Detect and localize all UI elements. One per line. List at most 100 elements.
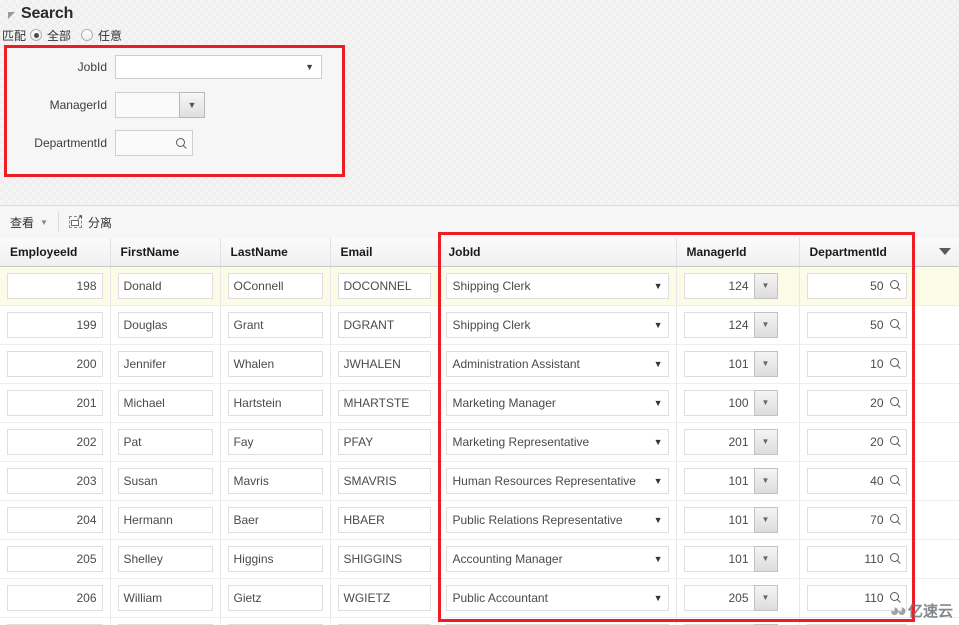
departmentid-search-field[interactable]: 70 [806,506,907,533]
managerid-input[interactable]: 101 [683,350,754,377]
jobid-select[interactable]: Public Accountant ▼ [445,584,669,611]
disclosure-triangle-icon[interactable] [8,11,15,19]
employees-table-container[interactable]: EmployeeId FirstName LastName Email JobI… [0,238,959,625]
chevron-down-icon[interactable]: ▼ [753,506,778,533]
search-icon[interactable] [889,514,901,525]
lastname-input[interactable]: Higgins [227,545,323,572]
managerid-lov[interactable]: 101 ▼ [683,545,778,572]
sort-descending-icon[interactable] [938,248,951,256]
firstname-input[interactable]: Donald [117,272,213,299]
chevron-down-icon[interactable]: ▼ [753,272,778,299]
detach-button[interactable]: ↗ 分离 [59,206,122,238]
firstname-input[interactable]: William [117,584,213,611]
lastname-input[interactable]: Gietz [227,584,323,611]
search-departmentid-input[interactable] [115,130,193,156]
departmentid-search-field[interactable]: 40 [806,467,907,494]
departmentid-search-field[interactable]: 50 [806,311,907,338]
lastname-input[interactable]: Grant [227,311,323,338]
table-row[interactable]: 204 Hermann Baer HBAER Public Relations Repr… [0,500,959,540]
managerid-lov[interactable]: 205 ▼ [683,584,778,611]
departmentid-search-field[interactable]: 20 [806,428,907,455]
managerid-input[interactable]: 205 [683,584,754,611]
managerid-lov[interactable]: 101 ▼ [683,467,778,494]
employeeid-input[interactable]: 200 [7,350,103,377]
jobid-select[interactable]: Human Resources Representative ▼ [445,467,669,494]
employeeid-input[interactable]: 205 [7,545,103,572]
employeeid-input[interactable]: 204 [7,506,103,533]
radio-any-indicator[interactable] [81,29,94,41]
firstname-input[interactable]: Michael [117,389,213,416]
search-managerid-input[interactable] [115,92,179,118]
jobid-select[interactable]: Shipping Clerk ▼ [445,311,669,338]
search-icon[interactable] [889,475,901,486]
departmentid-search-field[interactable]: 10 [806,350,907,377]
search-icon[interactable] [889,436,901,447]
chevron-down-icon[interactable]: ▼ [753,545,778,572]
table-row[interactable]: 201 Michael Hartstein MHARTSTE Marketing Man… [0,383,959,423]
chevron-down-icon[interactable]: ▼ [753,584,778,611]
search-icon[interactable] [889,397,901,408]
lastname-input[interactable]: Baer [227,506,323,533]
search-icon[interactable] [176,137,187,149]
table-row[interactable]: 203 Susan Mavris SMAVRIS Human Resources Rep… [0,461,959,501]
table-row[interactable]: 198 Donald OConnell DOCONNEL Shipping Clerk ▼… [0,266,959,306]
search-jobid-select[interactable]: ▼ [115,55,322,79]
firstname-input[interactable]: Shelley [117,545,213,572]
firstname-input[interactable]: Douglas [117,311,213,338]
lastname-input[interactable]: Whalen [227,350,323,377]
employeeid-input[interactable]: 199 [7,311,103,338]
lastname-input[interactable]: Hartstein [227,389,323,416]
radio-match-any[interactable]: 任意 [81,27,122,44]
departmentid-search-field[interactable]: 20 [806,389,907,416]
email-input[interactable]: MHARTSTE [337,389,431,416]
managerid-input[interactable]: 124 [683,272,754,299]
firstname-input[interactable]: Pat [117,428,213,455]
jobid-select[interactable]: Accounting Manager ▼ [445,545,669,572]
search-icon[interactable] [889,553,901,564]
firstname-input[interactable]: Hermann [117,506,213,533]
chevron-down-icon[interactable]: ▼ [753,428,778,455]
email-input[interactable]: DGRANT [337,311,431,338]
jobid-select[interactable]: Administration Assistant ▼ [445,350,669,377]
lastname-input[interactable]: OConnell [227,272,323,299]
column-header-lastname[interactable]: LastName [220,238,331,267]
search-managerid-lov[interactable]: ▼ [115,92,205,118]
column-header-departmentid[interactable]: DepartmentId [799,238,959,267]
chevron-down-icon[interactable]: ▼ [753,350,778,377]
managerid-lov[interactable]: 201 ▼ [683,428,778,455]
employeeid-input[interactable]: 201 [7,389,103,416]
jobid-select[interactable]: Marketing Manager ▼ [445,389,669,416]
view-menu-button[interactable]: 查看 ▼ [0,206,58,238]
chevron-down-icon[interactable]: ▼ [753,389,778,416]
managerid-input[interactable]: 201 [683,428,754,455]
column-header-jobid[interactable]: JobId [438,238,677,267]
jobid-select[interactable]: Marketing Representative ▼ [445,428,669,455]
departmentid-search-field[interactable]: 110 [806,545,907,572]
managerid-input[interactable]: 124 [683,311,754,338]
managerid-input[interactable]: 101 [683,545,754,572]
table-row[interactable]: 200 Jennifer Whalen JWHALEN Administration A… [0,344,959,384]
table-row[interactable]: 199 Douglas Grant DGRANT Shipping Clerk ▼ 124 ▼… [0,305,959,345]
email-input[interactable]: SMAVRIS [337,467,431,494]
departmentid-search-field[interactable]: 50 [806,272,907,299]
search-panel-header[interactable]: Search [0,0,959,24]
managerid-lov[interactable]: 101 ▼ [683,350,778,377]
managerid-lov[interactable]: 101 ▼ [683,506,778,533]
table-row[interactable]: 202 Pat Fay PFAY Marketing Representative ▼ 20… [0,422,959,462]
radio-match-all[interactable]: 全部 [30,27,71,44]
search-icon[interactable] [889,358,901,369]
jobid-select[interactable]: Public Relations Representative ▼ [445,506,669,533]
firstname-input[interactable]: Susan [117,467,213,494]
chevron-down-icon[interactable]: ▼ [753,467,778,494]
email-input[interactable]: DOCONNEL [337,272,431,299]
employeeid-input[interactable]: 206 [7,584,103,611]
email-input[interactable]: WGIETZ [337,584,431,611]
search-icon[interactable] [889,280,901,291]
managerid-input[interactable]: 101 [683,467,754,494]
managerid-lov[interactable]: 100 ▼ [683,389,778,416]
managerid-input[interactable]: 100 [683,389,754,416]
employeeid-input[interactable]: 203 [7,467,103,494]
email-input[interactable]: HBAER [337,506,431,533]
jobid-select[interactable]: Shipping Clerk ▼ [445,272,669,299]
table-row[interactable]: 206 William Gietz WGIETZ Public Accountant ▼ 2… [0,578,959,618]
